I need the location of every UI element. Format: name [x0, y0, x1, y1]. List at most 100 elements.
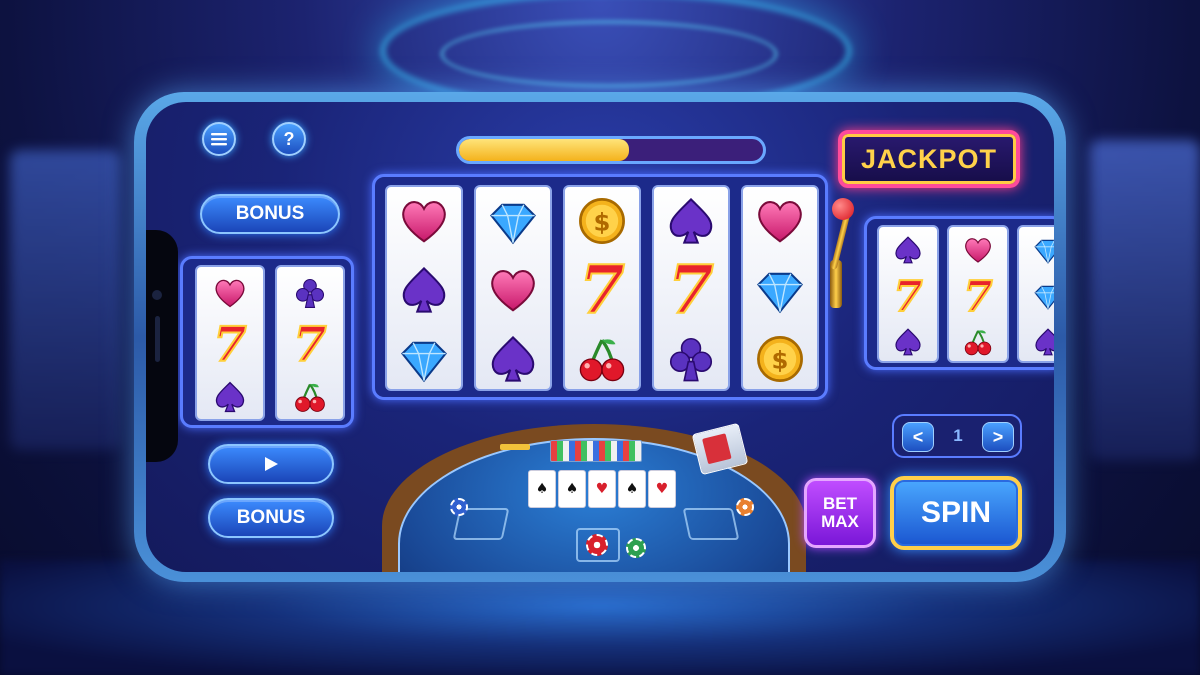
spade-icon	[491, 335, 535, 382]
progress-bar	[456, 136, 766, 164]
bet-max-line2: MAX	[821, 512, 859, 531]
play-icon	[265, 457, 278, 471]
seven-symbol: 7	[292, 316, 327, 374]
pager-prev-button[interactable]: <	[902, 422, 934, 452]
bet-max-button[interactable]: BET MAX	[804, 478, 876, 548]
chip-rack	[550, 440, 642, 462]
reel-symbol-diamond	[476, 187, 550, 256]
seven-symbol: 7	[212, 316, 247, 374]
reel-symbol-coin: $	[743, 324, 817, 393]
reel-symbol-seven: 7	[565, 250, 639, 330]
heart-icon	[758, 201, 802, 243]
reel-symbol-coin: $	[565, 187, 639, 256]
reel-symbol-cherry	[565, 324, 639, 393]
reel-symbol-cherry	[277, 371, 343, 423]
spin-button[interactable]: SPIN	[890, 476, 1022, 550]
reel-symbol-club	[654, 324, 728, 393]
reel-symbol-spade	[387, 256, 461, 325]
chip-orange	[736, 498, 754, 516]
seven-symbol: 7	[578, 250, 626, 330]
camera-icon	[152, 290, 162, 300]
bonus-top-label: BONUS	[235, 203, 305, 224]
club-icon	[669, 337, 713, 382]
reel-symbol-spade	[879, 227, 937, 273]
spade-icon	[215, 381, 245, 413]
spade-icon	[895, 328, 921, 356]
background-light-ring-inner	[440, 20, 778, 88]
diamond-icon	[1034, 239, 1054, 264]
reel-3	[1017, 225, 1054, 363]
table-card: ♠	[528, 470, 556, 508]
bonus-button-bottom[interactable]: BONUS	[208, 498, 334, 538]
shoe-card	[702, 433, 732, 465]
spin-label: SPIN	[920, 496, 992, 529]
cherry-icon	[964, 330, 992, 356]
menu-button[interactable]	[202, 122, 236, 156]
heart-icon	[965, 238, 991, 263]
pager-next-button[interactable]: >	[982, 422, 1014, 452]
reel-4: 7	[652, 185, 730, 391]
lever-knob[interactable]	[832, 198, 854, 220]
speaker-grille	[155, 316, 160, 362]
chip-stack-red	[586, 534, 608, 556]
help-button[interactable]: ?	[272, 122, 306, 156]
table-marker	[500, 444, 530, 450]
reel-symbol-heart	[476, 256, 550, 325]
table-card: ♥	[648, 470, 676, 508]
reel-symbol-cherry	[949, 319, 1007, 365]
phone-notch	[146, 230, 178, 462]
chip-green	[626, 538, 646, 558]
club-icon	[295, 278, 325, 308]
seven-symbol: 7	[892, 271, 923, 322]
heart-icon	[215, 279, 245, 308]
reel-symbol-seven: 7	[949, 271, 1007, 322]
reel-1	[385, 185, 463, 391]
table-card: ♥	[588, 470, 616, 508]
reel-symbol-spade	[197, 371, 263, 423]
right-reel-frame: 77	[864, 216, 1054, 370]
reel-symbol-spade	[476, 324, 550, 393]
jackpot-sign: JACKPOT	[838, 130, 1020, 188]
diamond-icon	[1034, 285, 1054, 310]
diamond-icon	[757, 272, 803, 314]
reel-symbol-seven: 7	[277, 316, 343, 374]
spade-icon	[669, 198, 713, 244]
background-cabinet-left	[10, 150, 120, 450]
reel-2	[474, 185, 552, 391]
hamburger-menu-icon	[211, 133, 227, 146]
reel-3: $7	[563, 185, 641, 391]
game-screen: ? JACKPOT BONUS 77 BONUS $7 7 $ 77 < 1 >…	[146, 102, 1054, 572]
diamond-icon	[401, 341, 447, 382]
cherry-icon	[579, 338, 625, 381]
bonus-bottom-label: BONUS	[236, 507, 306, 528]
reel-symbol-diamond	[387, 324, 461, 393]
reel-symbol-heart	[197, 267, 263, 319]
reel-symbol-spade	[879, 319, 937, 365]
reel-5: $	[741, 185, 819, 391]
phone-frame: ? JACKPOT BONUS 77 BONUS $7 7 $ 77 < 1 >…	[134, 92, 1066, 582]
bet-max-label: BET MAX	[821, 495, 859, 531]
bonus-button-top[interactable]: BONUS	[200, 194, 340, 234]
reel-symbol-diamond	[1019, 273, 1054, 319]
reel-symbol-diamond	[743, 256, 817, 325]
reel-symbol-spade	[654, 187, 728, 256]
bet-max-line1: BET	[823, 494, 857, 513]
coin-icon: $	[579, 198, 625, 245]
reel-symbol-seven: 7	[654, 250, 728, 330]
left-reel-frame: 77	[180, 256, 354, 428]
seven-symbol: 7	[667, 250, 715, 330]
reel-1: 7	[877, 225, 939, 363]
reel-symbol-heart	[387, 187, 461, 256]
seven-symbol: 7	[962, 271, 993, 322]
reel-symbol-heart	[743, 187, 817, 256]
background-cabinet-right	[1090, 140, 1200, 460]
coin-icon: $	[757, 335, 803, 382]
main-reel-frame: $7 7 $	[372, 174, 828, 400]
reel-symbol-spade	[1019, 319, 1054, 365]
table-card: ♠	[618, 470, 646, 508]
reel-symbol-seven: 7	[197, 316, 263, 374]
table-card: ♠	[558, 470, 586, 508]
chip-blue	[450, 498, 468, 516]
play-button[interactable]	[208, 444, 334, 484]
spade-icon	[1035, 328, 1054, 356]
